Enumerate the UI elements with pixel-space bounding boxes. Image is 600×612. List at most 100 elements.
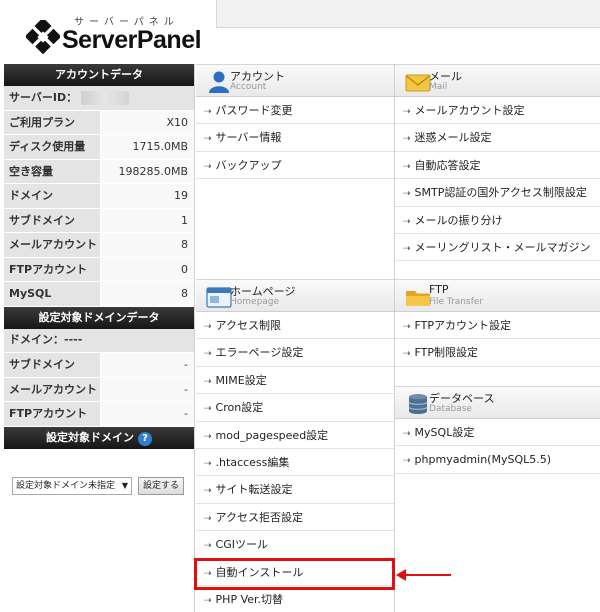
- arrow-right-icon: ⇢: [403, 134, 411, 145]
- domain-data-value: -: [100, 402, 194, 426]
- menu-item-label: サーバー情報: [215, 131, 282, 145]
- domain-data-header: 設定対象ドメインデータ: [4, 306, 194, 329]
- panel-mail: メール Mail ⇢ メールアカウント設定 ⇢ 迷惑メール設定 ⇢ 自動応答設定 ⇢ SMTP…: [395, 64, 600, 262]
- arrow-right-icon: ⇢: [403, 349, 411, 360]
- server-id-row: サーバーID：: [4, 86, 194, 111]
- menu-item-homepage[interactable]: ⇢ Cron設定: [196, 394, 394, 422]
- menu-item-label: メーリングリスト・メールマガジン: [414, 240, 591, 254]
- account-data-row: ドメイン 19: [4, 184, 194, 209]
- panel-account-subtitle: Account: [230, 82, 267, 92]
- domain-data-label: メールアカウント: [4, 377, 100, 401]
- arrow-right-icon: ⇢: [204, 161, 212, 172]
- arrow-right-icon: ⇢: [204, 458, 212, 469]
- account-data-row: FTPアカウント 0: [4, 257, 194, 282]
- menu-item-homepage[interactable]: ⇢ サイト転送設定: [196, 476, 394, 504]
- menu-item-homepage[interactable]: ⇢ .htaccess編集: [196, 449, 394, 477]
- apply-domain-button[interactable]: 設定する: [138, 476, 185, 495]
- domain-data-row: FTPアカウント -: [4, 402, 194, 427]
- server-id-blurred: [81, 90, 130, 105]
- browser-window-icon: [206, 287, 232, 308]
- arrow-right-icon: ⇢: [403, 161, 411, 172]
- panel-ftp-subtitle: File Transfer: [429, 297, 484, 307]
- top-bar: [216, 0, 600, 28]
- header: サーバーパネル ServerPanel: [0, 0, 600, 64]
- menu-item-account[interactable]: ⇢ パスワード変更: [196, 97, 394, 125]
- logo-icon: [26, 20, 60, 54]
- arrow-right-icon: ⇢: [204, 431, 212, 442]
- menu-item-homepage[interactable]: ⇢ エラーページ設定: [196, 339, 394, 367]
- menu-item-homepage[interactable]: ⇢ MIME設定: [196, 367, 394, 395]
- arrow-right-icon: ⇢: [204, 376, 212, 387]
- account-data-row: MySQL 8: [4, 282, 194, 307]
- account-data-label: 空き容量: [4, 159, 100, 183]
- menu-item-label: アクセス拒否設定: [215, 510, 303, 524]
- menu-item-label: CGIツール: [215, 538, 268, 552]
- menu-item-label: サイト転送設定: [215, 483, 293, 497]
- menu-item-mail[interactable]: ⇢ メーリングリスト・メールマガジン: [395, 234, 600, 262]
- account-data-value: 19: [100, 184, 194, 208]
- arrow-right-icon: ⇢: [204, 349, 212, 360]
- domain-select-header: 設定対象ドメイン?: [4, 426, 194, 449]
- arrow-right-icon: ⇢: [403, 243, 411, 254]
- chevron-down-icon: ▼: [121, 480, 128, 490]
- domain-select-row: 設定対象ドメイン未指定 ▼ 設定する: [4, 449, 194, 495]
- server-id-label: サーバーID：: [9, 90, 78, 104]
- menu-item-label: mod_pagespeed設定: [215, 428, 329, 442]
- menu-item-label: バックアップ: [215, 158, 282, 172]
- menu-item-label: MIME設定: [215, 373, 267, 387]
- panel-ftp-title: FTP: [429, 283, 449, 296]
- domain-row: ドメイン：----: [4, 328, 194, 353]
- menu-item-mail[interactable]: ⇢ 迷惑メール設定: [395, 124, 600, 152]
- panel-homepage-header: ホームページ Homepage: [196, 279, 394, 312]
- account-data-value: 1715.0MB: [100, 135, 194, 159]
- account-data-value: 198285.0MB: [100, 159, 194, 183]
- menu-item-label: MySQL設定: [414, 426, 475, 439]
- menu-item-account[interactable]: ⇢ バックアップ: [196, 152, 394, 180]
- menu-item-mail[interactable]: ⇢ SMTP認証の国外アクセス制限設定: [395, 179, 600, 207]
- menu-item-database[interactable]: ⇢ phpmyadmin(MySQL5.5): [395, 446, 600, 474]
- domain-data-label: サブドメイン: [4, 353, 100, 377]
- menu-item-mail[interactable]: ⇢ メールの振り分け: [395, 207, 600, 234]
- arrow-right-icon: ⇢: [204, 513, 212, 524]
- domain-data-value: -: [100, 353, 194, 377]
- account-data-value: X10: [100, 110, 194, 134]
- domain-data-row: サブドメイン -: [4, 353, 194, 378]
- arrow-right-icon: ⇢: [403, 107, 411, 117]
- menu-item-homepage[interactable]: ⇢ アクセス制限: [196, 312, 394, 340]
- menu-item-label: メールアカウント設定: [414, 104, 525, 117]
- arrow-right-icon: ⇢: [204, 541, 212, 552]
- help-icon[interactable]: ?: [138, 431, 152, 446]
- highlight-box: [194, 558, 395, 590]
- account-data-row: 空き容量 198285.0MB: [4, 159, 194, 184]
- folder-icon: [406, 291, 430, 306]
- panel-mail-header: メール Mail: [395, 64, 600, 97]
- account-data-row: メールアカウント 8: [4, 233, 194, 258]
- domain-data-value: -: [100, 377, 194, 401]
- account-icon: [209, 71, 229, 93]
- menu-item-label: 迷惑メール設定: [414, 131, 492, 145]
- domain-select[interactable]: 設定対象ドメイン未指定 ▼: [12, 476, 132, 495]
- domain-data-row: メールアカウント -: [4, 377, 194, 402]
- menu-item-label: FTP制限設定: [414, 346, 479, 360]
- arrow-right-icon: ⇢: [403, 189, 411, 200]
- account-data-label: メールアカウント: [4, 233, 100, 257]
- account-data-label: ご利用プラン: [4, 110, 100, 134]
- panel-account-header: アカウント Account: [196, 64, 394, 97]
- account-data-header: アカウントデータ: [4, 64, 194, 86]
- menu-item-homepage[interactable]: ⇢ mod_pagespeed設定: [196, 422, 394, 449]
- menu-item-database[interactable]: ⇢ MySQL設定: [395, 419, 600, 447]
- panel-database-header: データベース Database: [395, 386, 600, 419]
- menu-item-ftp[interactable]: ⇢ FTPアカウント設定: [395, 312, 600, 340]
- menu-item-ftp[interactable]: ⇢ FTP制限設定: [395, 339, 600, 367]
- menu-item-label: メールの振り分け: [414, 213, 503, 227]
- menu-item-account[interactable]: ⇢ サーバー情報: [196, 124, 394, 152]
- arrow-right-icon: ⇢: [204, 322, 212, 332]
- menu-item-homepage[interactable]: ⇢ CGIツール: [196, 531, 394, 559]
- account-data-row: サブドメイン 1: [4, 208, 194, 233]
- account-data-label: サブドメイン: [4, 208, 100, 232]
- menu-item-mail[interactable]: ⇢ 自動応答設定: [395, 152, 600, 180]
- panel-homepage-subtitle: Homepage: [230, 297, 280, 307]
- menu-item-mail[interactable]: ⇢ メールアカウント設定: [395, 97, 600, 125]
- menu-item-homepage[interactable]: ⇢ アクセス拒否設定: [196, 504, 394, 532]
- menu-item-label: エラーページ設定: [215, 346, 304, 360]
